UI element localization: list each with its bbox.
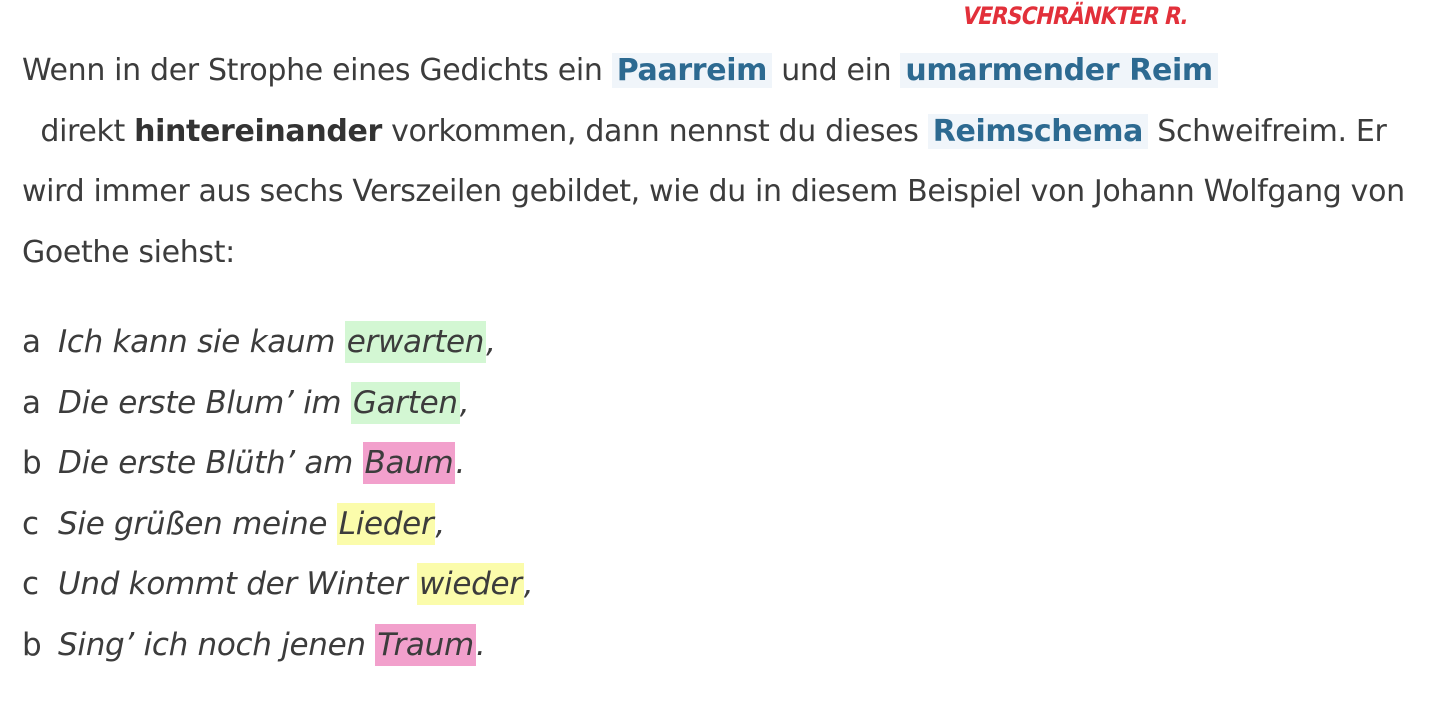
paarreim-link[interactable]: Paarreim — [611, 53, 773, 88]
verse-text: Ich kann sie kaum — [58, 324, 345, 360]
rhyme-letter: a — [22, 324, 41, 360]
rhyme-word-highlight: wieder — [416, 563, 524, 605]
verse-text: Sing’ ich noch jenen — [58, 626, 376, 663]
umarmender-reim-link[interactable]: umarmender Reim — [900, 53, 1218, 88]
verse-punctuation: , — [486, 324, 496, 360]
reimschema-link[interactable]: Reimschema — [927, 113, 1149, 149]
rhyme-letter: b — [22, 626, 42, 663]
poem-line: c Und kommt der Winter wieder, — [22, 554, 534, 615]
rhyme-letter: b — [22, 445, 42, 481]
rhyme-letter: c — [22, 566, 39, 602]
poem-line: a Die erste Blum’ im Garten, — [22, 373, 533, 434]
poem-line: b Sing’ ich noch jenen Traum. — [22, 615, 533, 676]
verse-text: Sie grüßen meine — [58, 505, 337, 542]
verse-punctuation: . — [475, 626, 486, 663]
rhyme-word-highlight: Garten — [350, 381, 460, 424]
poem-line: b Die erste Blüth’ am Baum. — [22, 433, 533, 494]
rhyme-letter: c — [22, 505, 39, 542]
hintereinander-bold: hintereinander — [134, 113, 382, 149]
rhyme-word-highlight: erwarten — [344, 321, 487, 363]
intro-text-2: und ein — [772, 53, 901, 88]
rhyme-word-highlight: Traum — [375, 623, 476, 666]
verse-text: Die erste Blum’ im — [58, 384, 351, 421]
verse-punctuation: , — [459, 384, 470, 421]
intro-text-3: direkt — [22, 113, 135, 149]
poem-line: c Sie grüßen meine Lieder, — [22, 494, 533, 555]
poem-line: a Ich kann sie kaum erwarten, — [22, 312, 533, 373]
verse-text: Die erste Blüth’ am — [58, 445, 363, 481]
rhyme-word-highlight: Baum — [362, 442, 456, 484]
intro-paragraph: Wenn in der Strophe eines Gedichts ein P… — [22, 41, 1422, 283]
verse-punctuation: , — [435, 505, 445, 542]
rhyme-word-highlight: Lieder — [336, 502, 436, 545]
intro-text-4: vorkommen, dann nennst du dieses — [381, 113, 928, 149]
verse-text: Und kommt der Winter — [58, 566, 417, 602]
rhyme-letter: a — [22, 384, 41, 421]
verse-punctuation: . — [455, 445, 466, 481]
handwritten-annotation: VERSCHRÄNKTER R. — [960, 2, 1192, 30]
verse-punctuation: , — [523, 566, 534, 602]
poem: a Ich kann sie kaum erwarten, a Die erste … — [22, 312, 534, 676]
intro-text-1: Wenn in der Strophe eines Gedichts ein — [22, 53, 612, 88]
